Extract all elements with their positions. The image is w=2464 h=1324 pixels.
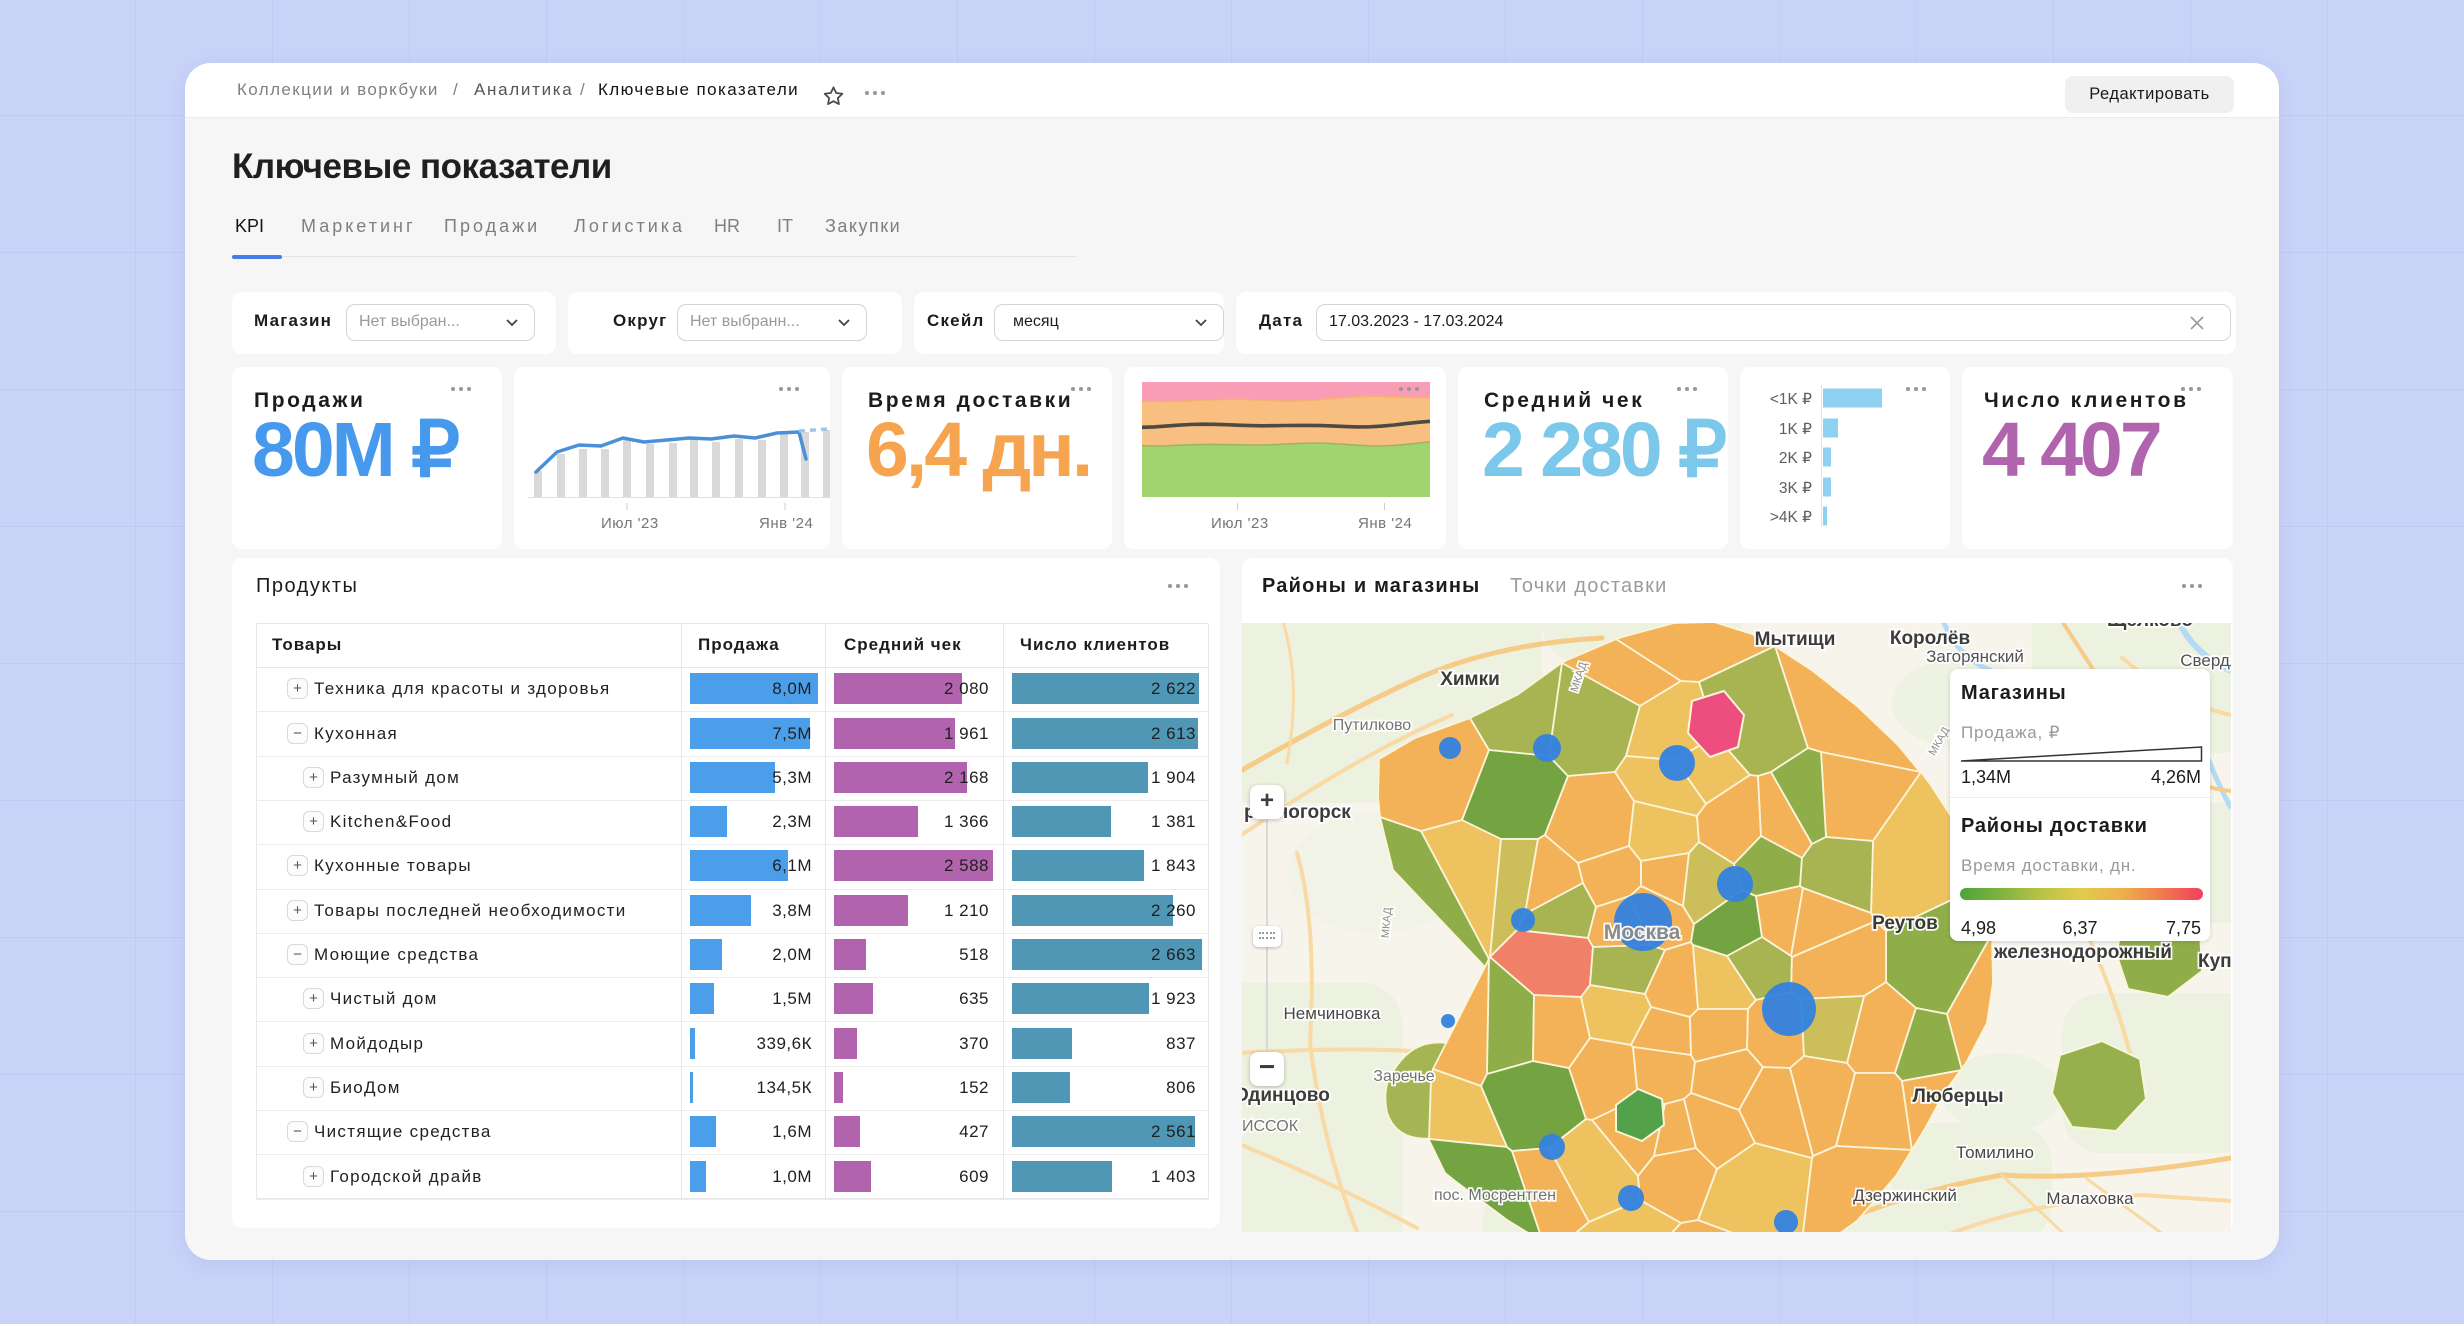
svg-text:ИССОК: ИССОК <box>1242 1118 1299 1135</box>
svg-text:Реутов: Реутов <box>1872 913 1938 934</box>
svg-text:Одинцово: Одинцово <box>1242 1085 1330 1106</box>
svg-text:Куп: Куп <box>2198 951 2231 972</box>
svg-text:Химки: Химки <box>1440 669 1500 690</box>
svg-text:1K ₽: 1K ₽ <box>1779 421 1812 438</box>
svg-text:пос. Мосрентген: пос. Мосрентген <box>1434 1187 1556 1204</box>
svg-text:железнодорожный: железнодорожный <box>1993 942 2172 963</box>
svg-text:Путилково: Путилково <box>1333 717 1412 734</box>
svg-text:2K ₽: 2K ₽ <box>1779 450 1812 467</box>
svg-text:3K ₽: 3K ₽ <box>1779 480 1812 497</box>
svg-text:Щелково: Щелково <box>2107 623 2193 631</box>
svg-text:Люберцы: Люберцы <box>1912 1086 2003 1107</box>
svg-text:Свердл: Свердл <box>2180 651 2231 670</box>
svg-text:Мытищи: Мытищи <box>1755 629 1836 650</box>
svg-text:<1K ₽: <1K ₽ <box>1770 391 1812 408</box>
svg-text:Заречье: Заречье <box>1373 1068 1435 1085</box>
svg-text:Загорянский: Загорянский <box>1926 647 2024 666</box>
svg-text:Москва: Москва <box>1604 921 1681 944</box>
svg-text:Немчиновка: Немчиновка <box>1284 1004 1381 1023</box>
svg-text:Малаховка: Малаховка <box>2046 1189 2134 1208</box>
svg-text:Дзержинский: Дзержинский <box>1853 1186 1957 1205</box>
svg-text:Королёв: Королёв <box>1890 628 1970 649</box>
svg-text:>4K ₽: >4K ₽ <box>1770 509 1812 526</box>
svg-text:Томилино: Томилино <box>1956 1143 2034 1162</box>
